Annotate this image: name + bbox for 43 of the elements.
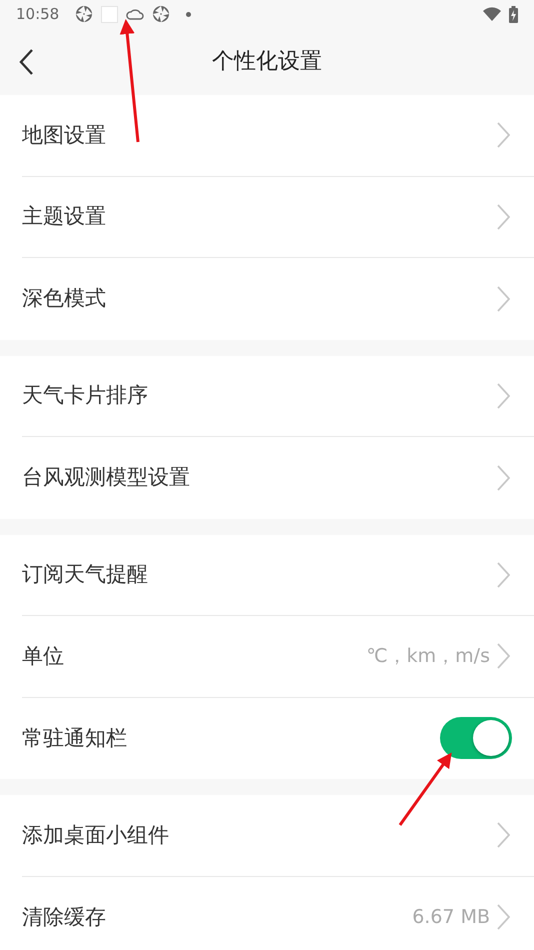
- setting-value: ℃，km，m/s: [366, 644, 490, 669]
- settings-row[interactable]: 天气卡片排序: [22, 356, 534, 437]
- back-button[interactable]: [18, 48, 34, 76]
- settings-row[interactable]: 常驻通知栏: [22, 698, 534, 779]
- setting-label: 清除缓存: [22, 904, 107, 930]
- page-title: 个性化设置: [212, 48, 322, 76]
- chevron-icon: [496, 643, 510, 670]
- settings-row[interactable]: 台风观测模型设置: [22, 437, 534, 518]
- chevron-icon: [496, 204, 510, 230]
- chevron-icon: [496, 904, 510, 930]
- chevron-icon: [496, 286, 510, 312]
- settings-row[interactable]: 深色模式: [22, 258, 534, 340]
- setting-label: 台风观测模型设置: [22, 464, 191, 491]
- setting-label: 天气卡片排序: [22, 382, 149, 409]
- chevron-icon: [496, 562, 510, 588]
- setting-label: 常驻通知栏: [22, 724, 128, 752]
- chevron-icon: [496, 382, 510, 409]
- settings-row[interactable]: 添加桌面小组件: [22, 795, 534, 876]
- clock-text: 10:58: [16, 4, 60, 25]
- chevron-icon: [496, 122, 510, 148]
- setting-label: 深色模式: [22, 285, 107, 312]
- blank-square-icon: [101, 6, 118, 22]
- dot-icon: [186, 12, 192, 16]
- settings-row[interactable]: 单位 ℃，km，m/s: [22, 616, 534, 698]
- chevron-icon: [496, 464, 510, 491]
- setting-label: 地图设置: [22, 122, 107, 148]
- setting-value: 6.67 MB: [412, 905, 490, 930]
- aperture-icon: [75, 5, 94, 23]
- settings-row[interactable]: 订阅天气提醒: [22, 534, 534, 616]
- cloud-icon: [126, 8, 144, 20]
- setting-label: 订阅天气提醒: [22, 561, 149, 588]
- toggle-switch[interactable]: [440, 717, 512, 760]
- setting-label: 主题设置: [22, 203, 107, 230]
- settings-row[interactable]: 地图设置: [22, 95, 534, 176]
- back-icon: [18, 48, 34, 76]
- settings-row[interactable]: 主题设置: [22, 176, 534, 258]
- aperture-icon: [152, 5, 170, 23]
- chevron-icon: [496, 822, 510, 848]
- setting-label: 单位: [22, 642, 65, 670]
- wifi-icon: [483, 7, 501, 21]
- settings-row[interactable]: 清除缓存 6.67 MB: [22, 876, 534, 950]
- battery-icon: [509, 6, 518, 22]
- setting-label: 添加桌面小组件: [22, 822, 170, 848]
